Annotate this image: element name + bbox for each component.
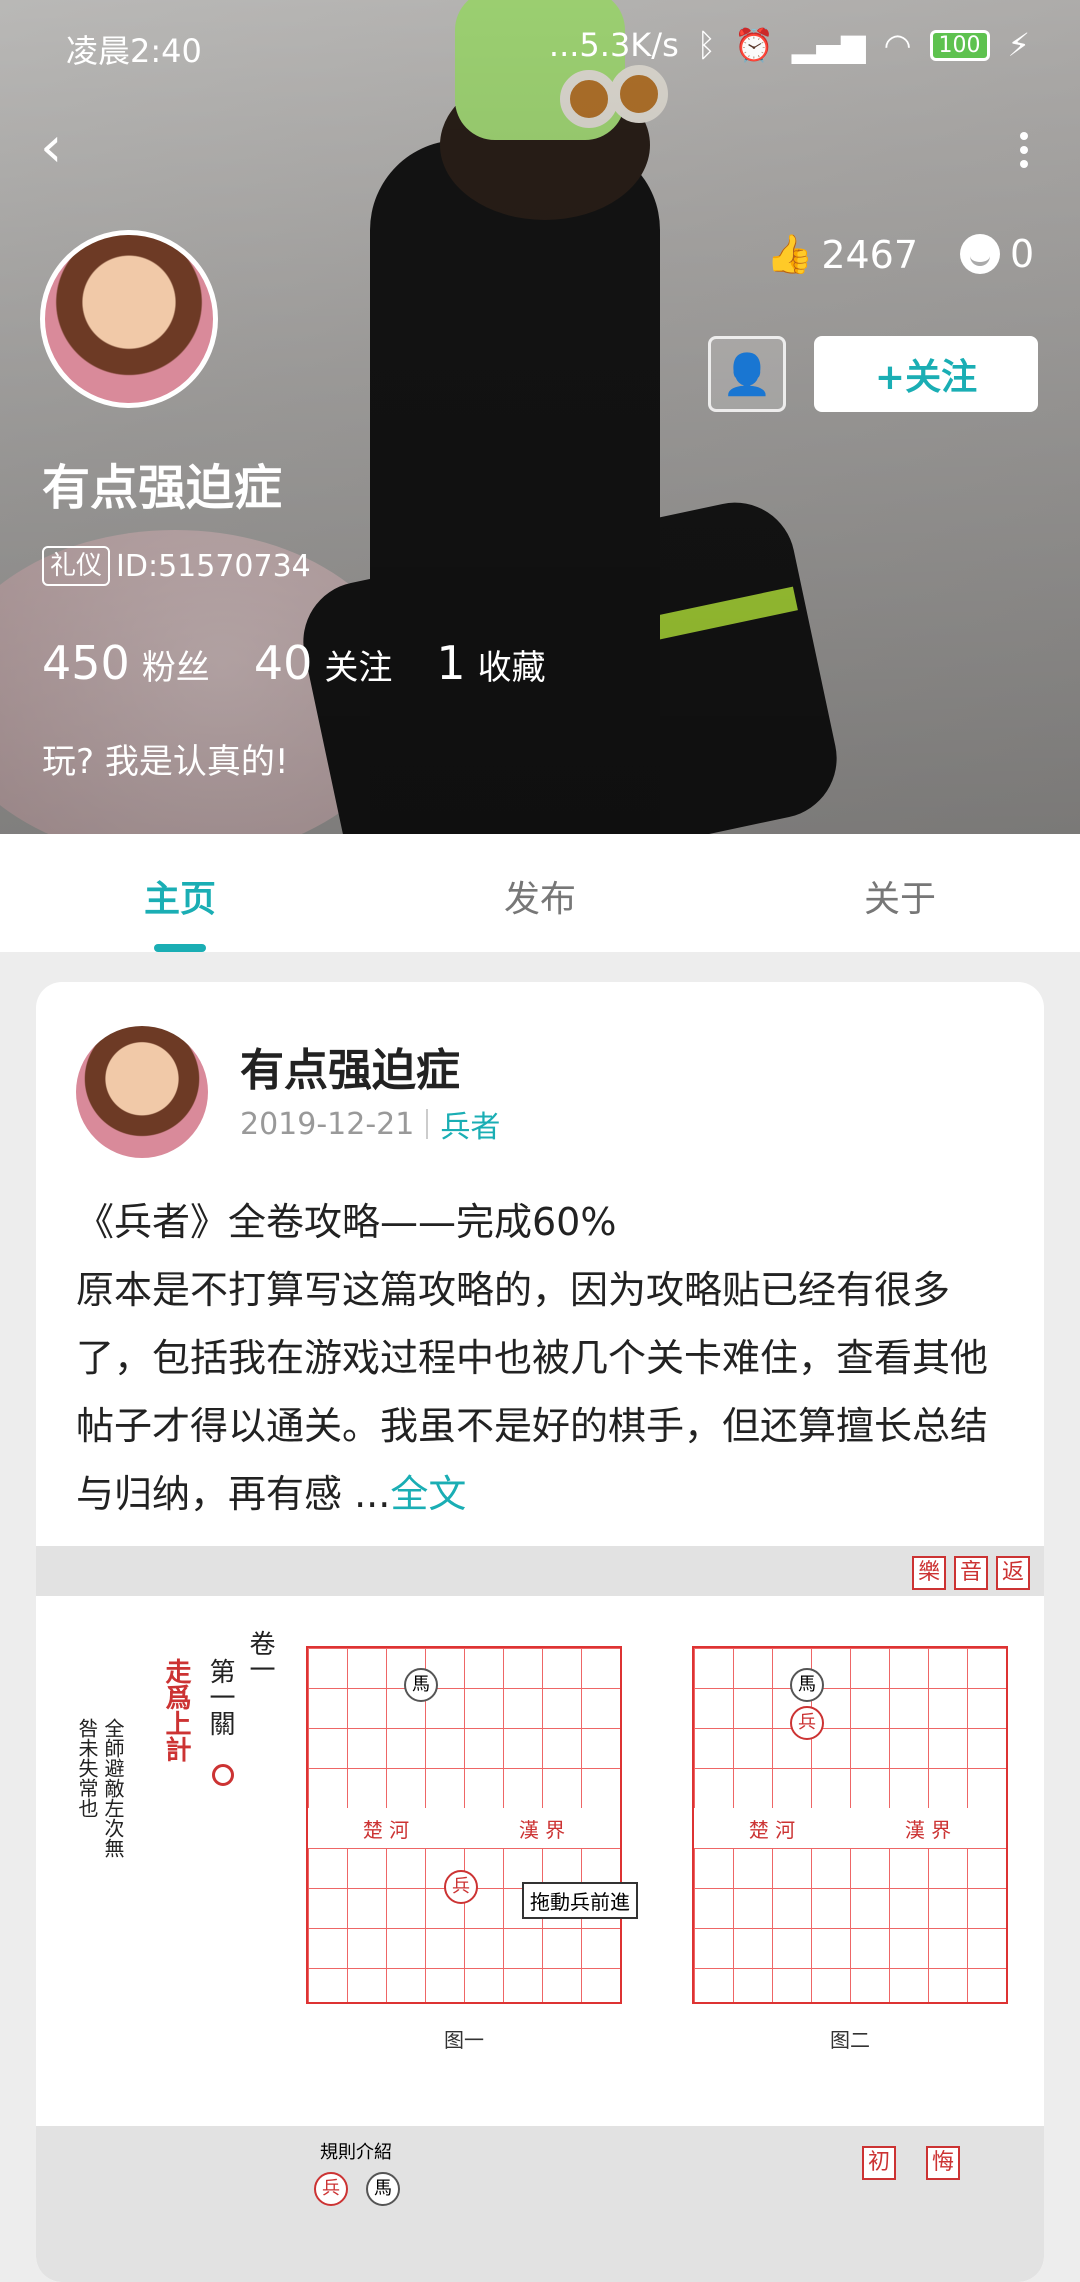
piece-horse: 馬	[404, 1668, 438, 1702]
smiley-icon	[960, 234, 1000, 274]
comment-stat[interactable]: 0	[960, 232, 1034, 276]
post-image[interactable]: 樂 音 返 卷一 第一關 走爲上計 全師避敵左次無咎未失常也 楚 河 漢 界 馬 …	[36, 1546, 1044, 2282]
profile-stats: 450 粉丝 40 关注 1 收藏	[42, 636, 546, 690]
post-author-avatar[interactable]	[76, 1026, 208, 1158]
post-card[interactable]: 有点强迫症 2019-12-21 兵者 《兵者》全卷攻略——完成60% 原本是不…	[36, 982, 1044, 2282]
stat-favorites[interactable]: 1 收藏	[436, 636, 545, 690]
figure-2-label: 图二	[830, 2028, 870, 2052]
status-bar: 凌晨2:40 ...5.3K/s ᛒ ⏰ ▂▄▆ ◠ 100 ⚡	[0, 0, 1080, 90]
status-time: 凌晨2:40	[66, 32, 202, 70]
tab-posts[interactable]: 发布	[360, 834, 720, 952]
seal-undo: 悔	[926, 2146, 960, 2180]
river: 楚 河漢 界	[694, 1808, 1006, 1848]
meta-divider	[426, 1109, 429, 1139]
stat-label: 关注	[324, 648, 393, 688]
figure-1-label: 图一	[444, 2028, 484, 2052]
rules-intro-label: 規則介紹	[320, 2142, 392, 2163]
stat-number: 450	[42, 636, 130, 690]
stat-number: 1	[436, 636, 466, 690]
profile-id-row: 礼仪 ID:51570734	[42, 546, 311, 586]
stat-following[interactable]: 40 关注	[254, 636, 393, 690]
piece-soldier: 兵	[314, 2172, 348, 2206]
drag-hint-label: 拖動兵前進	[522, 1882, 638, 1919]
game-top-bar: 樂 音 返	[36, 1546, 1044, 1596]
thumbs-up-icon: 👍	[766, 232, 814, 276]
stat-label: 收藏	[477, 648, 546, 688]
level-marker-icon	[212, 1764, 234, 1786]
piece-horse: 馬	[366, 2172, 400, 2206]
post-body: 原本是不打算写这篇攻略的，因为攻略贴已经有很多了，包括我在游戏过程中也被几个关卡…	[76, 1268, 989, 1516]
game-level: 第一關	[205, 1658, 235, 1736]
profile-header-background	[0, 0, 1080, 834]
profile-tabs: 主页 发布 关于	[0, 834, 1080, 952]
post-title: 《兵者》全卷攻略——完成60%	[76, 1200, 617, 1244]
tab-about[interactable]: 关于	[720, 834, 1080, 952]
river: 楚 河漢 界	[308, 1808, 620, 1848]
post-date: 2019-12-21	[240, 1106, 415, 1142]
seal-music: 樂	[912, 1556, 946, 1590]
comment-count: 0	[1010, 232, 1035, 276]
like-stat[interactable]: 👍 2467	[766, 232, 918, 277]
game-volume: 卷一	[245, 1630, 275, 1682]
post-category[interactable]: 兵者	[440, 1102, 500, 1146]
piece-soldier: 兵	[790, 1706, 824, 1740]
read-more-link[interactable]: 全文	[390, 1472, 466, 1516]
piece-horse: 馬	[790, 1668, 824, 1702]
avatar[interactable]	[40, 230, 218, 408]
tab-home[interactable]: 主页	[0, 834, 360, 952]
game-title: 走爲上計	[161, 1658, 191, 1762]
follow-button[interactable]: +关注	[814, 336, 1038, 412]
user-tag-badge: 礼仪	[42, 546, 111, 586]
game-rule: 全師避敵左次無咎未失常也	[75, 1718, 125, 1858]
bluetooth-icon: ᛒ	[696, 26, 716, 64]
more-options-icon[interactable]	[1004, 126, 1044, 176]
profile-bio: 玩? 我是认真的!	[42, 742, 289, 782]
background-shade	[0, 0, 1080, 834]
user-id: ID:51570734	[116, 548, 311, 584]
profile-username: 有点强迫症	[42, 460, 283, 516]
add-user-icon: 👤	[722, 351, 772, 398]
alarm-icon: ⏰	[733, 26, 774, 64]
add-friend-button[interactable]: 👤	[708, 336, 786, 412]
stat-label: 粉丝	[141, 648, 210, 688]
post-author-name[interactable]: 有点强迫症	[240, 1034, 460, 1098]
like-count: 2467	[821, 232, 919, 277]
game-bottom-bar: 規則介紹 兵 馬 初 悔	[36, 2126, 1044, 2282]
wifi-icon: ◠	[883, 26, 912, 64]
network-speed: ...5.3K/s	[548, 26, 679, 64]
stat-followers[interactable]: 450 粉丝	[42, 636, 210, 690]
river-label-left: 楚 河	[748, 1817, 796, 1842]
chess-board-1: 楚 河 漢 界 馬 兵	[306, 1646, 622, 2004]
post-text: 《兵者》全卷攻略——完成60% 原本是不打算写这篇攻略的，因为攻略贴已经有很多了…	[76, 1188, 1016, 1528]
seal-sound: 音	[954, 1556, 988, 1590]
piece-soldier: 兵	[444, 1870, 478, 1904]
chess-board-2: 楚 河 漢 界 馬 兵	[692, 1646, 1008, 2004]
river-label-right: 漢 界	[904, 1817, 952, 1842]
seal-return: 返	[996, 1556, 1030, 1590]
river-label-left: 楚 河	[362, 1817, 410, 1842]
battery-icon: 100	[929, 29, 990, 61]
back-icon[interactable]: ‹	[40, 120, 100, 180]
post-meta: 2019-12-21 兵者	[240, 1102, 500, 1146]
charging-icon: ⚡	[1007, 26, 1030, 64]
stat-number: 40	[253, 636, 313, 690]
river-label-right: 漢 界	[518, 1817, 566, 1842]
status-icons: ...5.3K/s ᛒ ⏰ ▂▄▆ ◠ 100 ⚡	[549, 26, 1030, 64]
signal-icon: ▂▄▆	[791, 26, 866, 64]
seal-start: 初	[862, 2146, 896, 2180]
